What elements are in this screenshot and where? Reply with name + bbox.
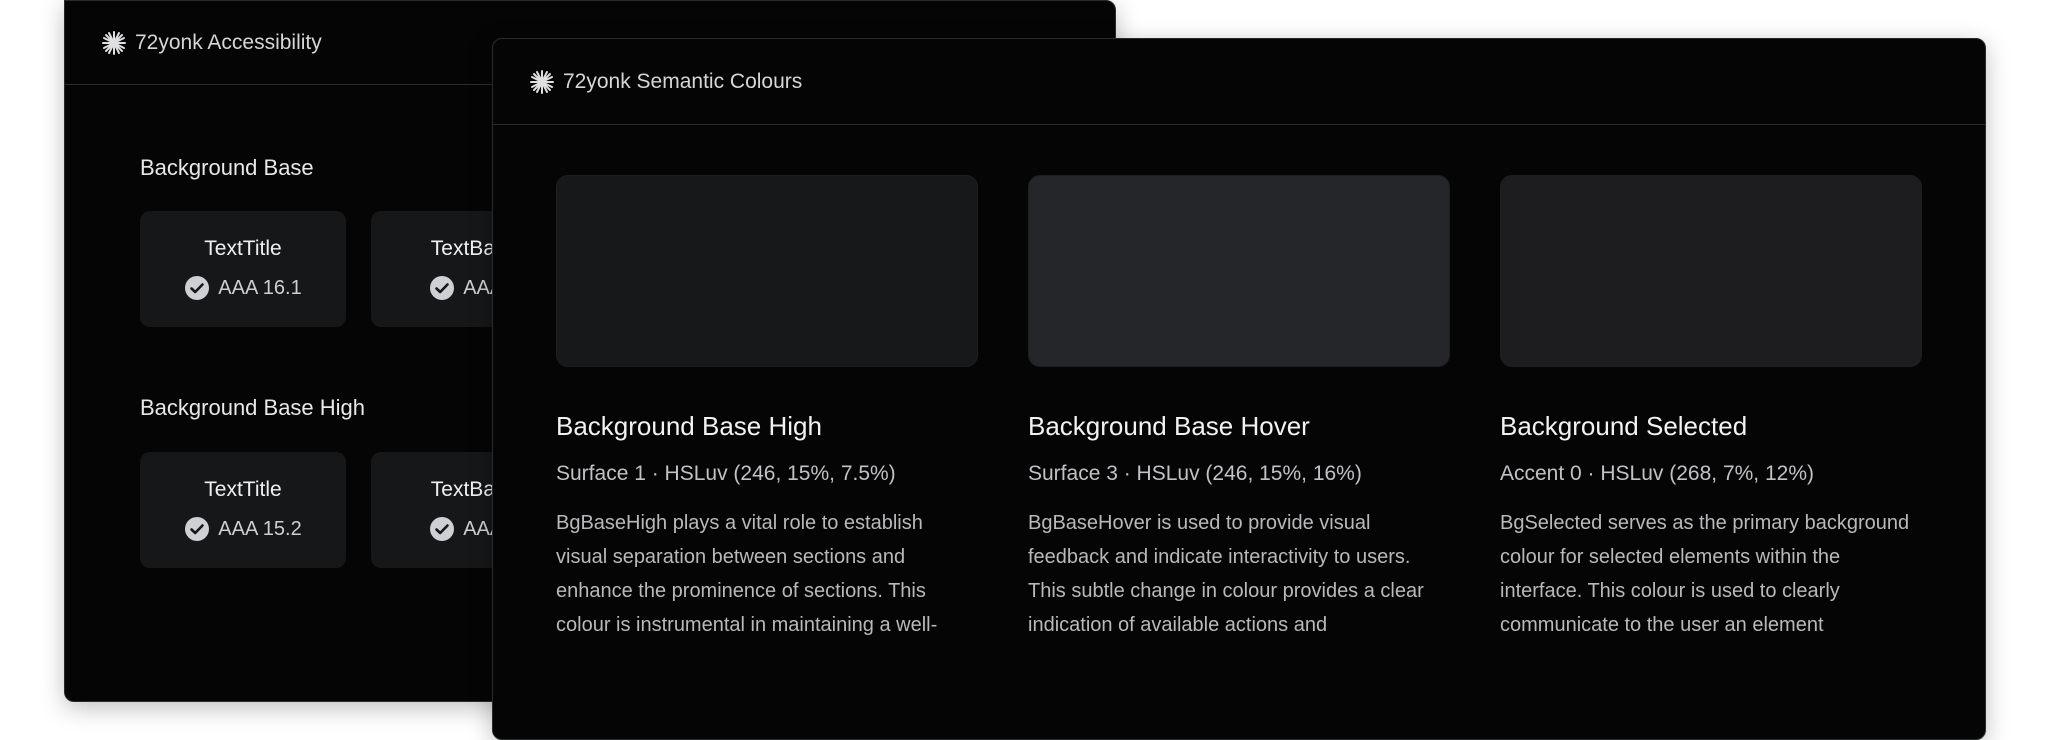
colour-column: Background Base High Surface 1 · HSLuv (…	[556, 175, 978, 642]
colour-description: BgBaseHigh plays a vital role to establi…	[556, 512, 938, 636]
colour-column: Background Base Hover Surface 3 · HSLuv …	[1028, 175, 1450, 642]
colour-description: BgSelected serves as the primary backgro…	[1500, 512, 1910, 636]
contrast-badge-label: AAA 16.1	[218, 276, 302, 299]
check-circle-icon	[185, 276, 210, 300]
colour-description: BgBaseHover is used to provide visual fe…	[1028, 512, 1424, 636]
contrast-badge: AAA 15.2	[140, 516, 346, 542]
accessibility-window-title: 72yonk Accessibility	[135, 30, 322, 54]
semantic-window-header: 72yonk Semantic Colours	[493, 39, 1985, 125]
colour-swatch	[1028, 175, 1450, 367]
colour-meta: Surface 3 · HSLuv (246, 15%, 16%)	[1028, 462, 1362, 485]
colour-swatch	[556, 175, 978, 367]
logo-icon	[530, 69, 554, 94]
check-circle-icon	[430, 276, 455, 300]
contrast-card-title: TextTitle	[204, 478, 282, 501]
colour-meta: Surface 1 · HSLuv (246, 15%, 7.5%)	[556, 462, 896, 485]
colour-name: Background Base High	[556, 411, 822, 441]
colour-column: Background Selected Accent 0 · HSLuv (26…	[1500, 175, 1922, 642]
colour-meta: Accent 0 · HSLuv (268, 7%, 12%)	[1500, 462, 1814, 485]
contrast-card-title: TextTitle	[204, 237, 282, 260]
colour-swatch	[1500, 175, 1922, 367]
check-circle-icon	[430, 517, 455, 541]
colour-name: Background Selected	[1500, 411, 1748, 441]
section-title-background-base: Background Base	[140, 155, 314, 180]
contrast-badge: AAA 16.1	[140, 275, 346, 301]
contrast-card: TextTitle AAA 15.2	[140, 452, 346, 568]
semantic-window-title: 72yonk Semantic Colours	[563, 69, 803, 93]
section-title-background-base-high: Background Base High	[140, 395, 366, 420]
contrast-badge-label: AAA 15.2	[218, 517, 302, 540]
semantic-colours-window: 72yonk Semantic Colours Background Base …	[492, 38, 1986, 740]
contrast-card: TextTitle AAA 16.1	[140, 211, 346, 327]
colour-name: Background Base Hover	[1028, 411, 1310, 441]
check-circle-icon	[185, 517, 210, 541]
logo-icon	[102, 30, 126, 55]
